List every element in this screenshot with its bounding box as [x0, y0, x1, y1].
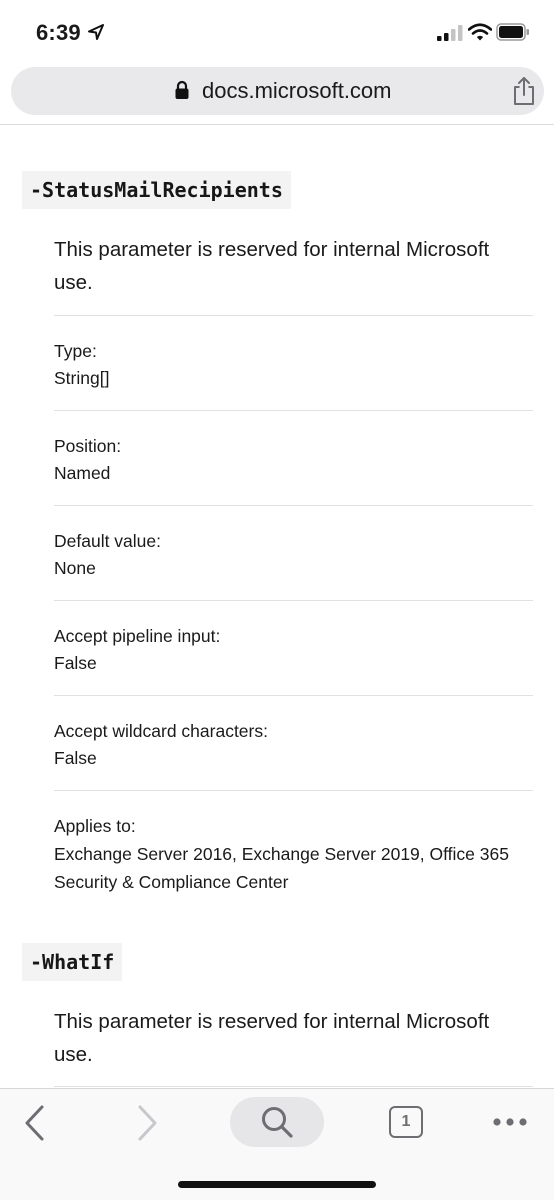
location-arrow-icon [88, 24, 104, 40]
forward-icon[interactable] [134, 1104, 160, 1142]
url-text: docs.microsoft.com [202, 78, 392, 103]
battery-icon [496, 23, 529, 41]
property-label-position: Position: [54, 436, 122, 456]
parameter-heading: -WhatIf [22, 943, 123, 981]
back-icon[interactable] [22, 1104, 48, 1142]
home-indicator [178, 1181, 376, 1188]
property-value-position: Named [54, 463, 111, 483]
tabs-icon[interactable]: 1 [389, 1106, 423, 1138]
search-icon[interactable] [259, 1104, 295, 1140]
tab-count: 1 [401, 1113, 411, 1130]
divider [54, 695, 533, 696]
divider [54, 315, 533, 316]
property-label-default-value: Default value: [54, 531, 162, 551]
property-label-wildcard-characters: Accept wildcard characters: [54, 721, 268, 741]
status-bar: 6:39 [0, 0, 554, 62]
divider [54, 600, 533, 601]
divider [54, 1086, 533, 1087]
address-bar[interactable]: docs.microsoft.com [11, 67, 544, 115]
property-value-pipeline-input: False [54, 653, 97, 673]
parameter-heading: -StatusMailRecipients [22, 171, 291, 209]
property-label-pipeline-input: Accept pipeline input: [54, 626, 221, 646]
divider [54, 505, 533, 506]
address-bar-divider [0, 124, 554, 125]
share-icon[interactable] [511, 76, 537, 106]
cellular-signal-icon [437, 25, 463, 41]
property-value-wildcard-characters: False [54, 748, 97, 768]
divider [54, 790, 533, 791]
divider [54, 410, 533, 411]
status-time: 6:39 [36, 20, 81, 45]
lock-icon [175, 80, 189, 99]
more-icon[interactable] [492, 1113, 528, 1131]
parameter-description: This parameter is reserved for internal … [54, 1010, 490, 1066]
parameter-description: This parameter is reserved for internal … [54, 238, 490, 294]
property-value-default-value: None [54, 558, 96, 578]
wifi-icon [468, 23, 492, 41]
property-label-type: Type: [54, 341, 97, 361]
property-value-type: String[] [54, 368, 110, 388]
property-label-applies-to: Applies to: [54, 816, 136, 836]
browser-page: 6:39 docs.microsoft.com -StatusMailRecip… [0, 0, 554, 1200]
property-value-applies-to: Exchange Server 2016, Exchange Server 20… [54, 844, 509, 892]
